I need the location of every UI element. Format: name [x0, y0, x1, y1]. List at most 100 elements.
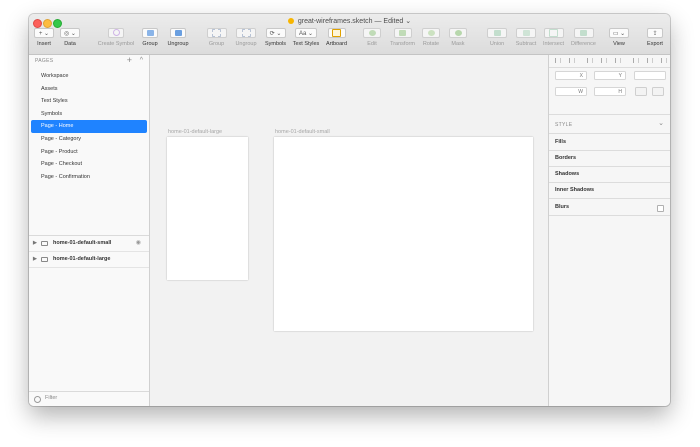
- inspector-divider: [549, 114, 670, 115]
- style-header: STYLE: [555, 122, 573, 128]
- inspector-divider: [549, 166, 670, 167]
- rotate-button[interactable]: Rotate: [419, 28, 443, 47]
- create-symbol-label: Create Symbol: [97, 41, 135, 47]
- mask-button[interactable]: Mask: [447, 28, 469, 47]
- view-button[interactable]: ▭ ⌄ View: [607, 28, 631, 47]
- style-collapse-icon[interactable]: ⌄: [658, 119, 664, 127]
- canvas[interactable]: home-01-default-large home-01-default-sm…: [150, 55, 548, 406]
- inner-shadows-section[interactable]: Inner Shadows: [555, 187, 594, 193]
- align-horizontal-center-icon[interactable]: [601, 58, 607, 63]
- difference-label: Difference: [571, 41, 596, 47]
- artboard-icon: [41, 256, 48, 262]
- edit-button[interactable]: Edit: [361, 28, 383, 47]
- fills-section[interactable]: Fills: [555, 139, 566, 145]
- subtract-button[interactable]: Subtract: [512, 28, 540, 47]
- rotate-label: Rotate: [422, 41, 440, 47]
- subtract-label: Subtract: [515, 41, 537, 47]
- ungroup-button[interactable]: Ungroup: [165, 28, 191, 47]
- shadows-section[interactable]: Shadows: [555, 171, 579, 177]
- page-item-home[interactable]: Page - Home: [31, 120, 147, 133]
- constrain-proportions-icon[interactable]: [635, 87, 647, 96]
- text-styles-label: Text Styles: [292, 41, 320, 47]
- page-item-assets[interactable]: Assets: [31, 83, 147, 96]
- blurs-checkbox[interactable]: [657, 205, 664, 212]
- page-item-confirmation[interactable]: Page - Confirmation: [31, 171, 147, 184]
- collapse-pages-icon[interactable]: ^: [140, 56, 143, 65]
- inspector-divider: [549, 182, 670, 183]
- page-item-category[interactable]: Page - Category: [31, 133, 147, 146]
- blurs-section[interactable]: Blurs: [555, 204, 569, 210]
- ungroup-icon: [174, 30, 182, 36]
- distribute-horizontal-icon[interactable]: [569, 58, 575, 63]
- group-button-2[interactable]: Group: [204, 28, 229, 47]
- transform-button[interactable]: Transform: [387, 28, 418, 47]
- align-horizontal-start-icon[interactable]: [587, 58, 593, 63]
- add-page-icon[interactable]: +: [127, 56, 132, 65]
- inspector-panel: X Y W H STYLE ⌄ Fills Borders Shadows In…: [548, 55, 670, 406]
- align-middle-icon[interactable]: [647, 58, 653, 63]
- align-horizontal-end-icon[interactable]: [615, 58, 621, 63]
- export-button[interactable]: ⇪ Export: [643, 28, 667, 47]
- filter-input[interactable]: Filter: [45, 395, 57, 401]
- intersect-icon: [549, 29, 558, 37]
- filter-icon: [34, 396, 41, 403]
- ungroup-button-2[interactable]: Ungroup: [232, 28, 260, 47]
- align-left-icon[interactable]: [555, 58, 561, 63]
- page-item-workspace[interactable]: Workspace: [31, 70, 147, 83]
- transform-label: Transform: [390, 41, 415, 47]
- titlebar: great-wireframes.sketch — Edited ⌄ + ⌄ I…: [29, 14, 670, 55]
- visibility-icon[interactable]: ◉: [136, 236, 141, 251]
- page-item-symbols[interactable]: Symbols: [31, 108, 147, 121]
- artboard-icon: [41, 240, 48, 246]
- create-symbol-icon: [112, 29, 120, 36]
- insert-label: Insert: [37, 41, 51, 47]
- symbols-button[interactable]: ⟳ ⌄ Symbols: [262, 28, 289, 47]
- text-styles-button[interactable]: Aa ⌄ Text Styles: [290, 28, 322, 47]
- disclosure-triangle-icon[interactable]: ▶: [33, 252, 37, 267]
- page-item-text-styles[interactable]: Text Styles: [31, 95, 147, 108]
- export-label: Export: [647, 41, 663, 47]
- layer-name: home-01-default-large: [53, 256, 111, 262]
- height-field[interactable]: H: [594, 87, 626, 96]
- layer-filter-bar[interactable]: Filter: [29, 391, 149, 406]
- group-icon: [146, 30, 154, 36]
- intersect-button[interactable]: Intersect: [540, 28, 567, 47]
- layer-name: home-01-default-small: [53, 240, 112, 246]
- flip-icon[interactable]: [652, 87, 664, 96]
- difference-icon: [580, 30, 587, 36]
- artboard-small[interactable]: [274, 137, 533, 331]
- document-name: great-wireframes.sketch — Edited: [297, 18, 404, 25]
- align-top-icon[interactable]: [633, 58, 639, 63]
- width-field[interactable]: W: [555, 87, 587, 96]
- artboard-title-large[interactable]: home-01-default-large: [168, 129, 222, 135]
- align-bottom-icon[interactable]: [661, 58, 667, 63]
- x-position-field[interactable]: X: [555, 71, 587, 80]
- data-icon: ◎ ⌄: [60, 28, 80, 38]
- layer-row-artboard-large[interactable]: ▶ home-01-default-large: [29, 252, 149, 268]
- group-button[interactable]: Group: [139, 28, 161, 47]
- group-label: Group: [142, 41, 158, 47]
- artboard-title-small[interactable]: home-01-default-small: [275, 129, 330, 135]
- disclosure-triangle-icon[interactable]: ▶: [33, 236, 37, 251]
- page-item-checkout[interactable]: Page - Checkout: [31, 158, 147, 171]
- create-symbol-button[interactable]: Create Symbol: [94, 28, 138, 47]
- sketch-document-icon: [287, 18, 294, 24]
- inspector-divider: [549, 150, 670, 151]
- rotation-field[interactable]: [634, 71, 666, 80]
- page-item-product[interactable]: Page - Product: [31, 146, 147, 159]
- inspector-divider: [549, 133, 670, 134]
- artboard-button[interactable]: Artboard: [323, 28, 350, 47]
- insert-button[interactable]: + ⌄ Insert: [31, 28, 57, 47]
- layer-row-artboard-small[interactable]: ▶ home-01-default-small ◉: [29, 236, 149, 252]
- plus-icon: + ⌄: [34, 28, 54, 38]
- view-icon: ▭ ⌄: [609, 28, 629, 38]
- edit-label: Edit: [367, 41, 377, 47]
- artboard-large[interactable]: [167, 137, 248, 280]
- union-button[interactable]: Union: [485, 28, 509, 47]
- data-button[interactable]: ◎ ⌄ Data: [58, 28, 82, 47]
- borders-section[interactable]: Borders: [555, 155, 576, 161]
- artboard-icon: [332, 29, 341, 37]
- difference-button[interactable]: Difference: [567, 28, 600, 47]
- title-chevron-icon[interactable]: ⌄: [405, 18, 411, 25]
- y-position-field[interactable]: Y: [594, 71, 626, 80]
